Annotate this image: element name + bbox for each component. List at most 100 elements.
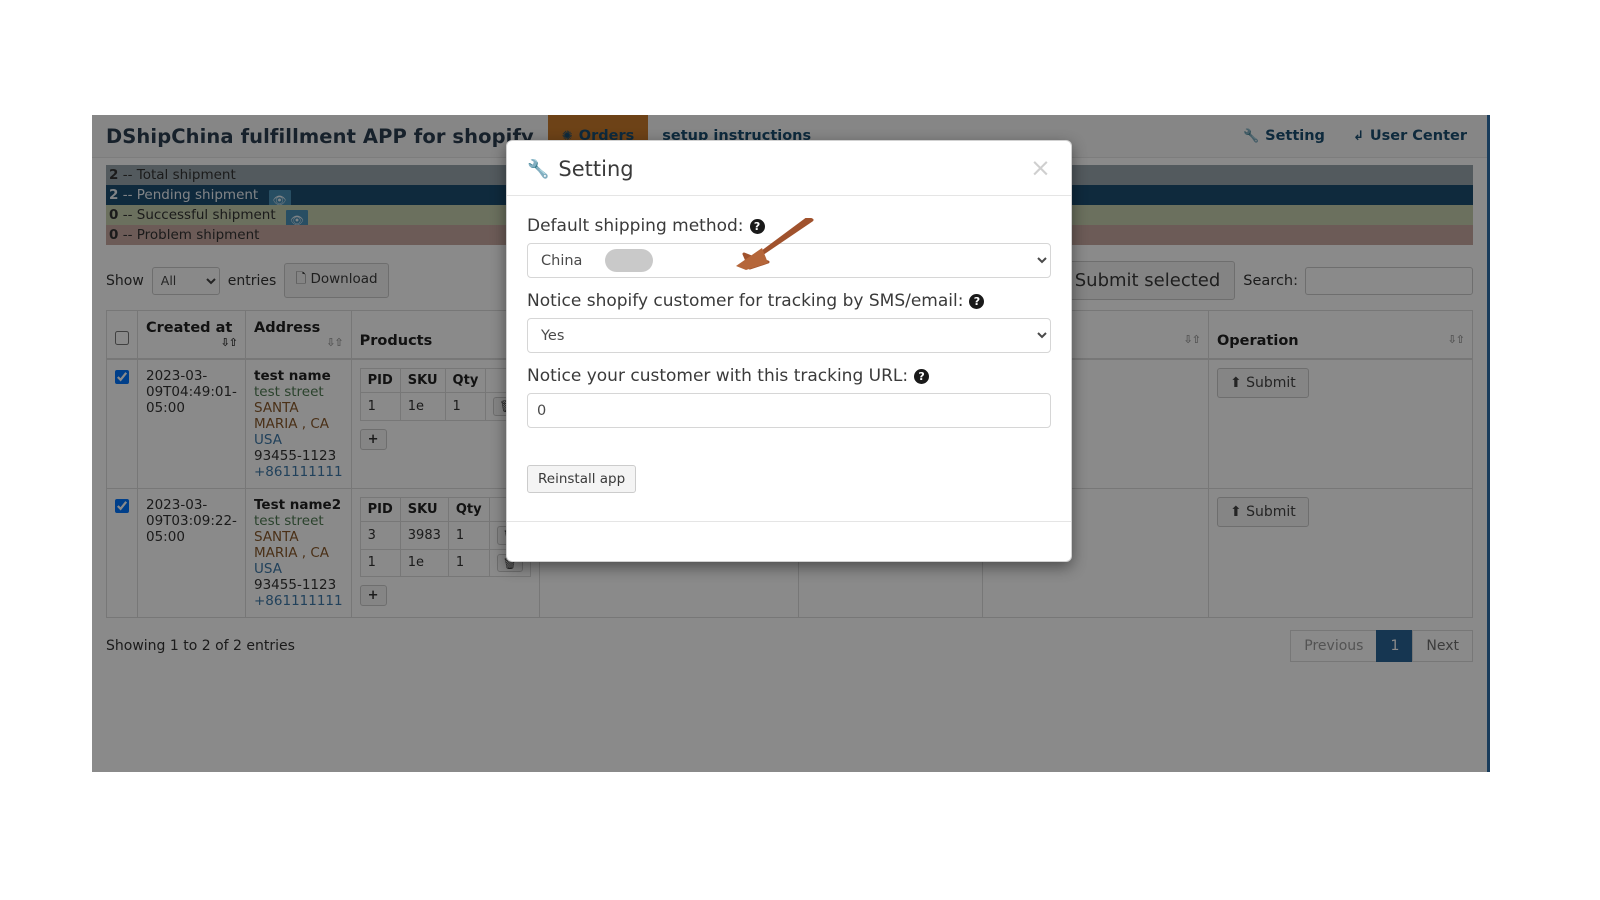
search-label: Search: xyxy=(1243,272,1298,289)
address-city: SANTA MARIA , CA xyxy=(254,529,330,561)
product-sku: 3983 xyxy=(399,521,449,550)
shipping-method-select[interactable]: China xyxy=(527,243,1051,278)
row-select-checkbox[interactable] xyxy=(115,370,129,384)
notice-sms-label-row: Notice shopify customer for tracking by … xyxy=(527,291,1051,311)
select-all-checkbox[interactable] xyxy=(115,331,129,345)
product-qty: 1 xyxy=(447,521,490,550)
address-country: USA xyxy=(254,432,282,448)
wrench-icon: 🔧 xyxy=(1242,128,1260,144)
reinstall-app-button[interactable]: Reinstall app xyxy=(527,465,637,493)
secondary-nav: 🔧 Setting ↲ User Center xyxy=(1229,115,1487,157)
address-street: test street xyxy=(254,513,324,529)
submit-button-label: Submit xyxy=(1246,375,1296,391)
summary-label-total: Total shipment xyxy=(136,167,236,183)
th-created-at-label: Created at xyxy=(146,320,233,336)
app-brand-title: DShipChina fulfillment APP for shopify xyxy=(106,124,534,148)
pagination: Previous 1 Next xyxy=(1290,630,1473,662)
th-qty: Qty xyxy=(447,497,490,522)
sort-both-icon-address: ⇩⇧ xyxy=(326,336,343,349)
sort-both-icon-volume: ⇩⇧ xyxy=(1183,333,1201,346)
search-box: Search: xyxy=(1243,266,1473,295)
modal-header: 🔧 Setting × xyxy=(507,141,1071,196)
add-product-button[interactable]: + xyxy=(359,428,387,450)
th-operation-label: Operation xyxy=(1216,333,1299,349)
summary-dash-successful: -- xyxy=(122,207,133,223)
help-icon[interactable]: ? xyxy=(969,293,985,309)
pagination-page-1[interactable]: 1 xyxy=(1376,630,1414,662)
nav-item-setting[interactable]: 🔧 Setting xyxy=(1229,115,1339,157)
th-sku: SKU xyxy=(399,497,449,522)
tracking-url-input[interactable] xyxy=(527,393,1051,428)
row-address: test name test street SANTA MARIA , CA U… xyxy=(245,358,352,489)
th-created-at[interactable]: Created at ⇩⇧ xyxy=(137,310,246,360)
shipping-method-label: Default shipping method: xyxy=(527,216,744,236)
address-name: test name xyxy=(254,368,331,384)
shipping-method-holder: China xyxy=(527,243,1051,287)
address-name: Test name2 xyxy=(254,497,342,513)
address-country: USA xyxy=(254,561,282,577)
summary-count-successful: 0 xyxy=(109,207,119,223)
th-select-all xyxy=(106,310,138,360)
screenshot-root: DShipChina fulfillment APP for shopify ✺… xyxy=(0,0,1600,900)
excel-icon: 🗋 xyxy=(295,271,307,287)
address-zip: 93455-1123 xyxy=(254,577,337,593)
nav-item-user-center-label: User Center xyxy=(1369,128,1467,144)
submit-button-label: Submit xyxy=(1246,504,1296,520)
upload-icon: ⬆ xyxy=(1229,504,1242,520)
summary-count-pending: 2 xyxy=(109,187,119,203)
product-row: 1 1e 1 🗑 xyxy=(359,392,528,421)
setting-modal: 🔧 Setting × Default shipping method: ? C… xyxy=(506,140,1072,562)
help-icon[interactable]: ? xyxy=(749,218,765,234)
summary-count-total: 2 xyxy=(109,167,119,183)
product-qty: 1 xyxy=(444,392,487,421)
th-operation[interactable]: Operation ⇩⇧ xyxy=(1207,310,1474,360)
row-created-at: 2023-03-09T03:09:22-05:00 xyxy=(137,488,246,618)
th-address[interactable]: Address ⇩⇧ xyxy=(245,310,352,360)
product-pid: 3 xyxy=(359,521,401,550)
summary-dash-pending: -- xyxy=(122,187,133,203)
table-info: Showing 1 to 2 of 2 entries xyxy=(106,638,295,654)
upload-icon: ⬆ xyxy=(1229,375,1242,391)
sort-desc-icon: ⇩⇧ xyxy=(220,336,238,349)
submit-button[interactable]: ⬆ Submit xyxy=(1216,368,1309,398)
row-operation: ⬆ Submit xyxy=(1207,488,1474,618)
product-qty: 1 xyxy=(447,548,490,578)
submit-button[interactable]: ⬆ Submit xyxy=(1216,497,1309,527)
products-table-body: 1 1e 1 🗑 xyxy=(359,392,528,421)
row-created-at: 2023-03-09T04:49:01-05:00 xyxy=(137,358,246,489)
table-footer: Showing 1 to 2 of 2 entries Previous 1 N… xyxy=(92,618,1487,674)
th-address-label: Address xyxy=(254,320,321,336)
back-arrow-icon: ↲ xyxy=(1352,128,1364,144)
row-select-checkbox[interactable] xyxy=(115,499,129,513)
modal-title: 🔧 Setting xyxy=(527,157,1051,181)
search-input[interactable] xyxy=(1305,266,1473,295)
nav-item-user-center[interactable]: ↲ User Center xyxy=(1339,115,1481,157)
help-icon[interactable]: ? xyxy=(914,368,930,384)
close-icon[interactable]: × xyxy=(1026,153,1055,182)
add-product-button[interactable]: + xyxy=(359,585,387,607)
reinstall-row: Reinstall app xyxy=(527,465,1051,493)
entries-length-select[interactable]: All xyxy=(151,266,220,295)
modal-body: Default shipping method: ? China Notice … xyxy=(507,196,1071,521)
tracking-url-label: Notice your customer with this tracking … xyxy=(527,366,909,386)
row-address: Test name2 test street SANTA MARIA , CA … xyxy=(245,488,352,618)
submit-selected-label: Submit selected xyxy=(1074,270,1221,291)
pagination-next[interactable]: Next xyxy=(1412,630,1473,662)
product-pid: 1 xyxy=(359,548,401,578)
notice-sms-select[interactable]: Yes xyxy=(527,318,1051,353)
product-sku: 1e xyxy=(399,392,446,421)
row-select-cell xyxy=(106,488,138,618)
summary-label-pending: Pending shipment xyxy=(136,187,259,203)
th-pid: PID xyxy=(359,368,401,393)
download-button[interactable]: 🗋 Download xyxy=(284,263,389,298)
address-phone: +861111111 xyxy=(254,464,343,480)
address-street: test street xyxy=(254,384,324,400)
th-qty: Qty xyxy=(444,368,487,393)
wrench-icon: 🔧 xyxy=(527,158,550,180)
summary-dash-problem: -- xyxy=(122,227,133,243)
tracking-url-label-row: Notice your customer with this tracking … xyxy=(527,366,1051,386)
address-zip: 93455-1123 xyxy=(254,448,337,464)
pagination-previous[interactable]: Previous xyxy=(1290,630,1378,662)
entries-word-label: entries xyxy=(227,272,277,289)
modal-title-label: Setting xyxy=(558,157,634,181)
